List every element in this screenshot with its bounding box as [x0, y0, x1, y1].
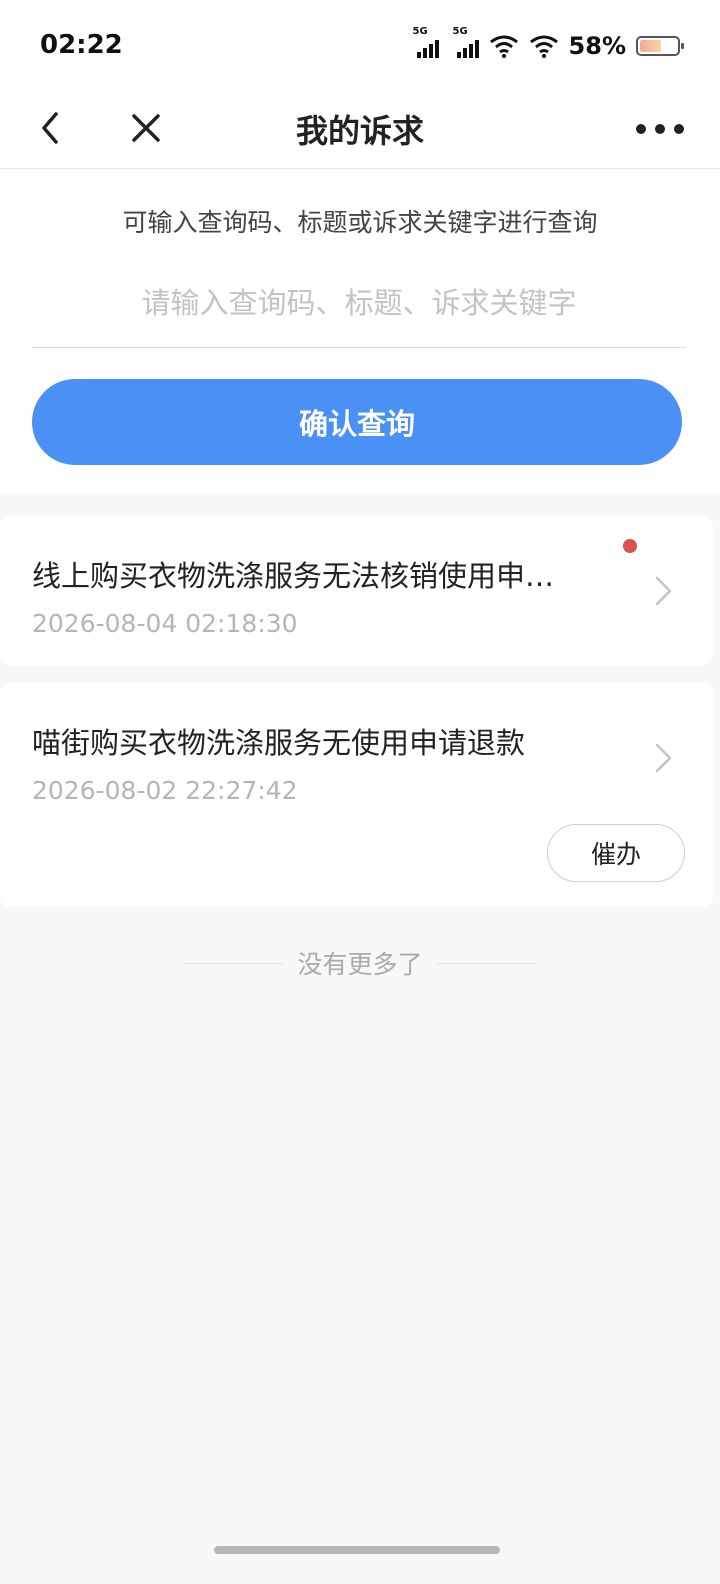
- list-item[interactable]: 喵街购买衣物洗涤服务无使用申请退款 2026-08-02 22:27:42 催办: [0, 683, 713, 907]
- item-date: 2026-08-04 02:18:30: [32, 609, 298, 638]
- list-end-text: 没有更多了: [297, 950, 423, 979]
- status-bar: 02:22 5G 5G 58%: [0, 0, 720, 90]
- search-input[interactable]: [32, 259, 686, 348]
- search-hint: 可输入查询码、标题或诉求关键字进行查询: [122, 208, 598, 237]
- unread-dot: [623, 539, 637, 553]
- more-dots-icon[interactable]: [636, 114, 684, 144]
- home-indicator[interactable]: [214, 1546, 500, 1554]
- status-time: 02:22: [40, 30, 123, 60]
- item-title: 喵街购买衣物洗涤服务无使用申请退款: [32, 726, 526, 760]
- chevron-right-icon: [655, 743, 672, 773]
- battery-percent: 58%: [568, 32, 626, 60]
- item-title: 线上购买衣物洗涤服务无法核销使用申…: [32, 559, 555, 593]
- status-icons: 5G 5G 58%: [413, 26, 684, 60]
- signal-label: 5G: [412, 26, 428, 37]
- urge-button[interactable]: 催办: [547, 824, 685, 882]
- wifi-icon: [489, 35, 518, 58]
- confirm-query-button[interactable]: 确认查询: [32, 379, 682, 465]
- signal-5g-icon: 5G: [413, 26, 439, 58]
- search-panel: 可输入查询码、标题或诉求关键字进行查询 确认查询: [0, 169, 720, 495]
- signal-5g-icon: 5G: [453, 26, 479, 58]
- signal-label: 5G: [452, 26, 468, 37]
- battery-icon: [636, 36, 684, 56]
- battery-fill: [640, 40, 661, 52]
- page-title: 我的诉求: [295, 112, 424, 150]
- divider: [185, 962, 284, 964]
- divider: [436, 962, 535, 964]
- wifi-icon: [529, 35, 558, 58]
- list-item[interactable]: 线上购买衣物洗涤服务无法核销使用申… 2026-08-04 02:18:30: [0, 516, 713, 665]
- chevron-right-icon: [655, 576, 672, 606]
- item-date: 2026-08-02 22:27:42: [32, 776, 298, 805]
- nav-bar: 我的诉求: [0, 90, 720, 169]
- list-end: 没有更多了: [0, 945, 720, 981]
